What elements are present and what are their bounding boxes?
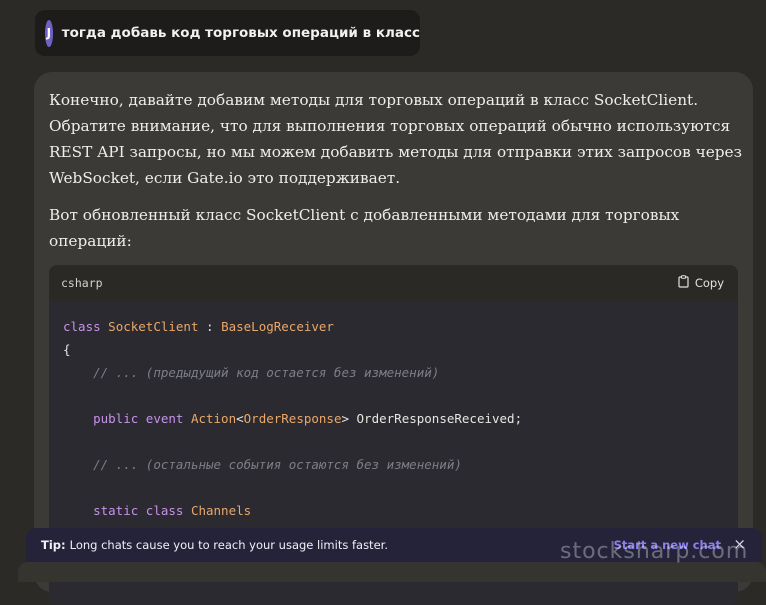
code-comment: // ... (предыдущий код остается без изме… [93, 365, 440, 380]
user-avatar[interactable]: J [45, 19, 53, 47]
tip-text: Long chats cause you to reach your usage… [69, 538, 388, 552]
code-line: class SocketClient : BaseLogReceiver [63, 315, 522, 338]
paragraph-line: Обратите внимание, что для выполнения то… [49, 117, 731, 135]
user-message: J тогда добавь код торговых операций в к… [35, 10, 420, 56]
assistant-message: Конечно, давайте добавим методы для торг… [34, 72, 753, 605]
code-token: class [63, 319, 101, 334]
code-line: // ... (остальные события остаются без и… [63, 453, 522, 476]
paragraph-line: операций: [49, 232, 132, 250]
assistant-paragraph-2: Вот обновленный класс SocketClient с доб… [49, 202, 709, 254]
paragraph-line: Вот обновленный класс SocketClient с доб… [49, 206, 680, 224]
user-message-text: тогда добавь код торговых операций в кла… [61, 25, 420, 41]
code-line: public event Action<OrderResponse> Order… [63, 407, 522, 430]
code-line: { [63, 338, 522, 361]
copy-button-label: Copy [694, 276, 724, 290]
code-token: { [63, 342, 71, 357]
code-token: SocketClient [108, 319, 199, 334]
paragraph-line: REST API запросы, но мы можем добавить м… [49, 143, 742, 161]
code-token: < [236, 411, 244, 426]
close-icon[interactable]: × [733, 535, 746, 553]
tip-label: Tip: [41, 538, 66, 552]
clipboard-icon [678, 275, 689, 291]
code-line: // ... (предыдущий код остается без изме… [63, 361, 522, 384]
assistant-paragraph-1: Конечно, давайте добавим методы для торг… [49, 87, 742, 191]
chat-input-edge[interactable] [18, 562, 766, 582]
tip-bar: Tip: Long chats cause you to reach your … [26, 528, 762, 562]
code-token: : [198, 319, 222, 334]
code-token: Channels [190, 503, 252, 518]
copy-button[interactable]: Copy [678, 274, 724, 292]
code-token: static class [93, 503, 184, 518]
code-token: public event [93, 411, 184, 426]
code-comment: // ... (остальные события остаются без и… [93, 457, 462, 472]
paragraph-line: WebSocket, если Gate.io это поддерживает… [49, 169, 401, 187]
code-token: BaseLogReceiver [221, 319, 334, 334]
start-new-chat-link[interactable]: Start a new chat [614, 538, 721, 552]
code-line: static class Channels [63, 499, 522, 522]
paragraph-line: Конечно, давайте добавим методы для торг… [49, 91, 699, 109]
code-block-header: csharp Copy [49, 265, 738, 301]
code-token: > OrderResponseReceived; [341, 411, 523, 426]
code-language-label: csharp [61, 276, 103, 290]
code-lines: class SocketClient : BaseLogReceiver { //… [63, 315, 522, 545]
code-token: Action [190, 411, 237, 426]
code-token: OrderResponse [243, 411, 342, 426]
